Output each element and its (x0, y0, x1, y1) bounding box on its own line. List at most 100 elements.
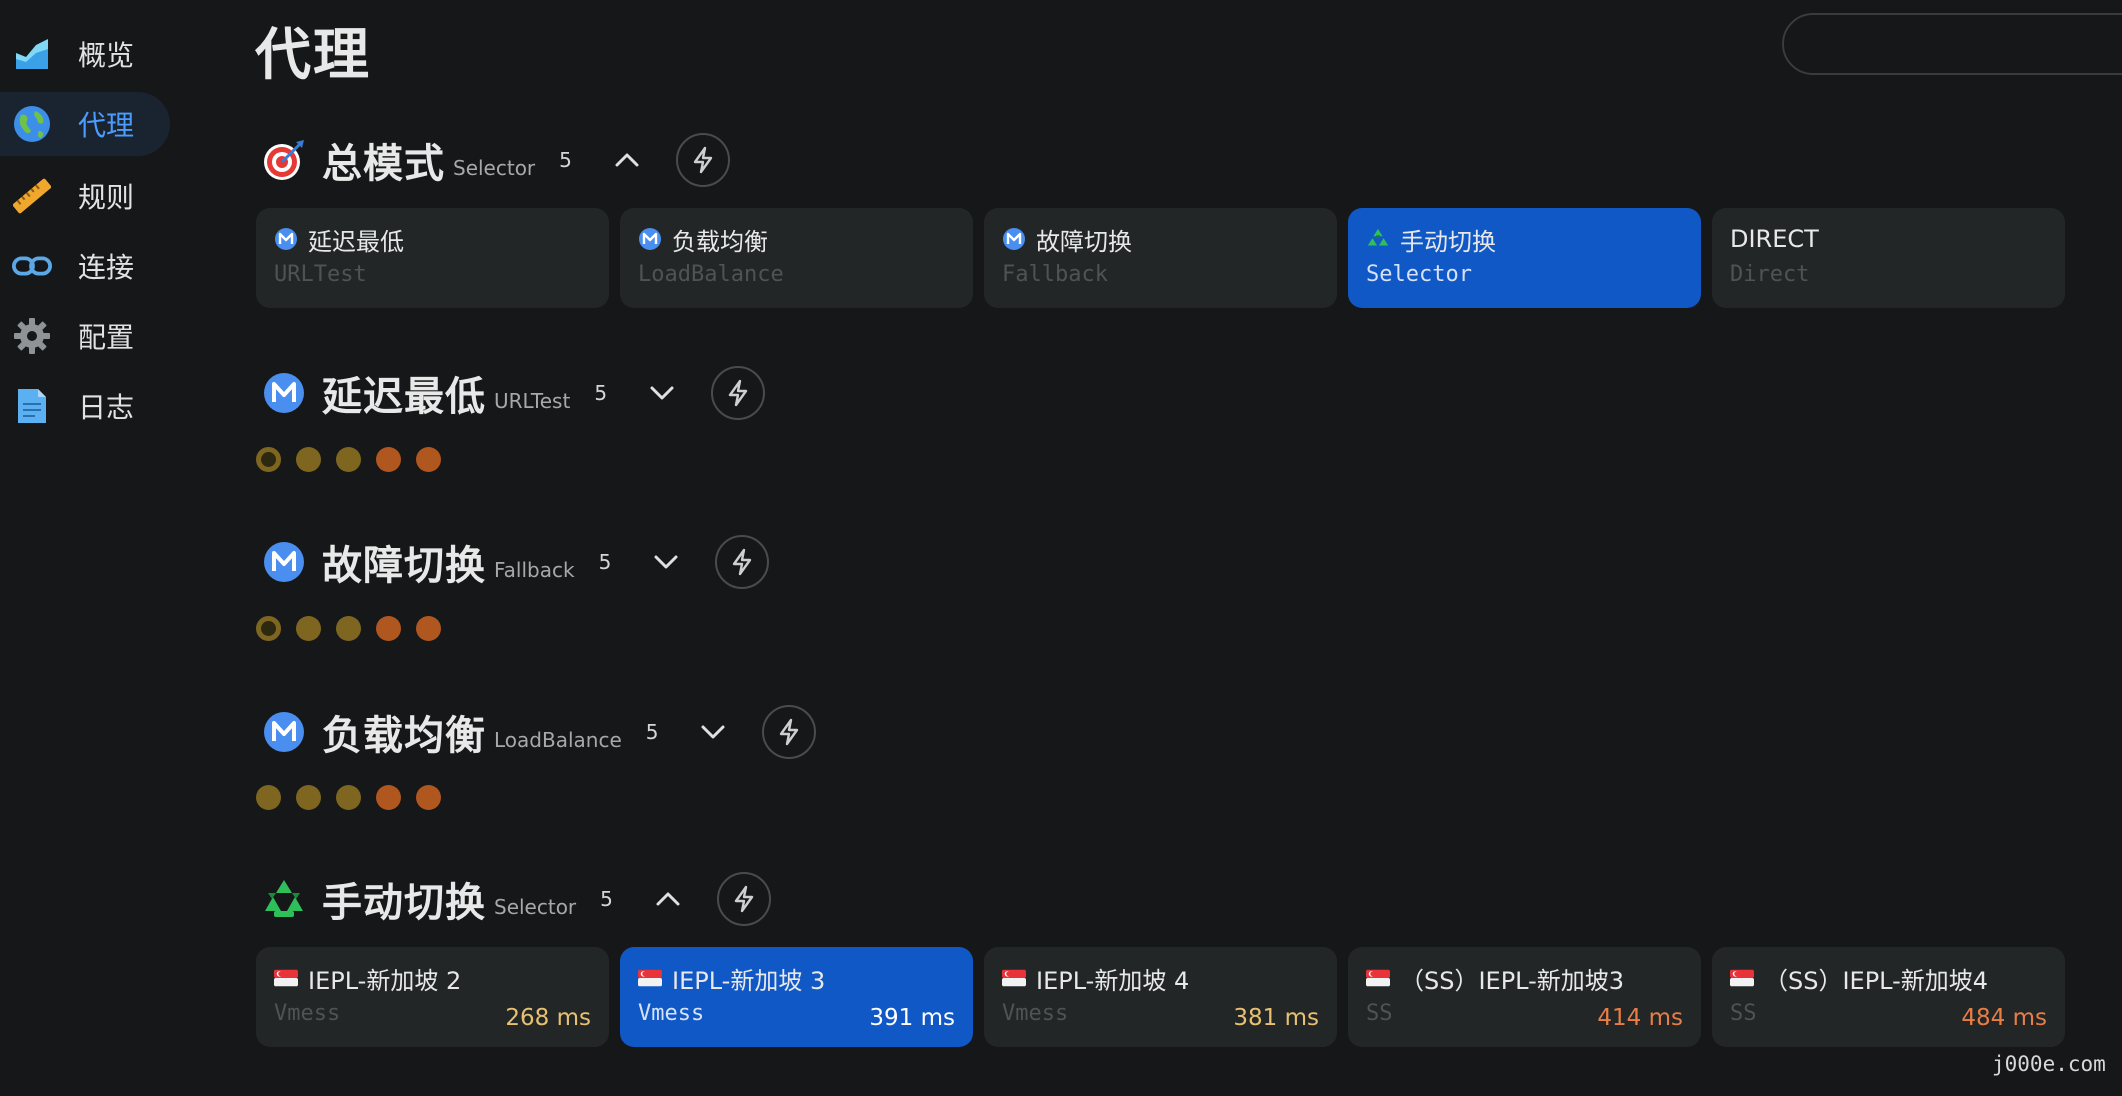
proxy-name: 负载均衡 (672, 227, 768, 256)
proxy-dot-current[interactable] (256, 447, 281, 472)
sidebar-item-config[interactable]: 配置 (0, 304, 170, 368)
sidebar-item-label: 概览 (78, 39, 135, 72)
proxy-type: URLTest (274, 262, 367, 287)
proxy-type: Direct (1730, 262, 1810, 287)
search-input[interactable] (1782, 13, 2122, 75)
latency-test-button[interactable] (762, 705, 817, 759)
chevron-down-icon (701, 725, 725, 739)
sidebar-item-label: 连接 (78, 251, 135, 284)
proxy-dot[interactable] (376, 616, 401, 641)
document-icon (12, 386, 52, 426)
proxy-list-selector: IEPL-新加坡 2 Vmess 268 ms IEPL-新加坡 3 Vmess… (256, 947, 2065, 1047)
proxy-dot[interactable] (296, 785, 321, 810)
proxy-card-selected[interactable]: 手动切换 Selector (1348, 208, 1701, 308)
latency-test-button[interactable] (711, 366, 766, 420)
latency-test-button[interactable] (675, 133, 730, 187)
group-header-loadbalance: 负载均衡 LoadBalance 5 (262, 702, 817, 762)
singapore-flag-icon (274, 966, 298, 990)
latency-test-button[interactable] (715, 535, 770, 589)
meta-icon (274, 227, 298, 251)
proxy-dot[interactable] (416, 616, 441, 641)
proxy-dot[interactable] (376, 785, 401, 810)
watermark: j000e.com (1992, 1052, 2106, 1076)
singapore-flag-icon (1730, 966, 1754, 990)
proxy-card[interactable]: （SS）IEPL-新加坡4 SS 484 ms (1712, 947, 2065, 1047)
group-count: 5 (598, 550, 612, 574)
proxy-card[interactable]: 故障切换 Fallback (984, 208, 1337, 308)
proxy-dot[interactable] (336, 785, 361, 810)
proxy-name: （SS）IEPL-新加坡3 (1400, 966, 1625, 995)
chevron-down-icon (650, 386, 674, 400)
sidebar: 概览 代理 规则 连接 配置 日志 (0, 0, 230, 1096)
proxy-list-global: 延迟最低 URLTest 负载均衡 LoadBalance 故障切换 Fallb… (256, 208, 2065, 308)
sidebar-item-connections[interactable]: 连接 (0, 234, 170, 298)
group-header-global: 总模式 Selector 5 (262, 130, 730, 190)
latency-test-button[interactable] (716, 872, 771, 926)
lightning-icon (780, 718, 799, 746)
collapse-toggle[interactable] (612, 145, 642, 175)
proxy-card[interactable]: 延迟最低 URLTest (256, 208, 609, 308)
proxy-delay: 484 ms (1961, 1005, 2047, 1031)
proxy-dots-urltest (256, 447, 441, 472)
group-header-selector: 手动切换 Selector 5 (262, 869, 771, 929)
proxy-dots-loadbalance (256, 785, 441, 810)
proxy-delay: 268 ms (505, 1005, 591, 1031)
expand-toggle[interactable] (647, 378, 677, 408)
lightning-icon (733, 548, 752, 576)
collapse-toggle[interactable] (653, 884, 683, 914)
proxy-name: IEPL-新加坡 3 (672, 966, 826, 995)
proxy-name: 手动切换 (1400, 227, 1496, 256)
proxy-name: 故障切换 (1036, 227, 1132, 256)
sidebar-item-label: 代理 (78, 109, 135, 142)
sidebar-item-rules[interactable]: 规则 (0, 164, 170, 228)
group-type: URLTest (494, 389, 571, 413)
meta-icon (262, 710, 306, 754)
sidebar-item-logs[interactable]: 日志 (0, 374, 170, 438)
page-title: 代理 (255, 23, 371, 88)
proxy-dot[interactable] (376, 447, 401, 472)
proxy-dot[interactable] (336, 447, 361, 472)
proxy-type: Fallback (1002, 262, 1108, 287)
proxy-card[interactable]: （SS）IEPL-新加坡3 SS 414 ms (1348, 947, 1701, 1047)
recycle-icon (1366, 227, 1390, 251)
proxy-dot[interactable] (296, 616, 321, 641)
proxy-name: 延迟最低 (308, 227, 404, 256)
expand-toggle[interactable] (651, 547, 681, 577)
proxy-card[interactable]: IEPL-新加坡 4 Vmess 381 ms (984, 947, 1337, 1047)
chevron-down-icon (654, 555, 678, 569)
proxy-card-selected[interactable]: IEPL-新加坡 3 Vmess 391 ms (620, 947, 973, 1047)
expand-toggle[interactable] (698, 717, 728, 747)
lightning-icon (734, 885, 754, 913)
proxy-delay: 381 ms (1233, 1005, 1319, 1031)
proxy-delay: 391 ms (869, 1005, 955, 1031)
app-root: 概览 代理 规则 连接 配置 日志 代理 总模式 Selector 5 延迟最低… (0, 0, 2122, 1096)
sidebar-item-label: 日志 (78, 391, 135, 424)
sidebar-item-label: 配置 (78, 321, 135, 354)
proxy-dot[interactable] (256, 785, 281, 810)
meta-icon (638, 227, 662, 251)
proxy-card[interactable]: IEPL-新加坡 2 Vmess 268 ms (256, 947, 609, 1047)
proxy-name: DIRECT (1730, 225, 1819, 253)
proxy-card[interactable]: DIRECT Direct (1712, 208, 2065, 308)
singapore-flag-icon (1002, 966, 1026, 990)
proxy-dot[interactable] (416, 447, 441, 472)
group-type: Selector (453, 156, 536, 180)
group-name: 延迟最低 (322, 374, 486, 420)
proxy-dot-current[interactable] (256, 616, 281, 641)
group-count: 5 (594, 381, 608, 405)
proxy-card[interactable]: 负载均衡 LoadBalance (620, 208, 973, 308)
gear-icon (12, 316, 52, 356)
group-header-urltest: 延迟最低 URLTest 5 (262, 363, 766, 423)
recycle-icon (262, 877, 306, 921)
sidebar-item-proxy[interactable]: 代理 (0, 92, 170, 156)
group-count: 5 (600, 887, 613, 911)
ruler-icon (12, 176, 52, 216)
proxy-delay: 414 ms (1597, 1005, 1683, 1031)
proxy-dot[interactable] (296, 447, 321, 472)
proxy-dot[interactable] (336, 616, 361, 641)
group-name: 故障切换 (322, 543, 486, 589)
proxy-dot[interactable] (416, 785, 441, 810)
lightning-icon (728, 379, 748, 407)
proxy-type: LoadBalance (638, 262, 784, 287)
sidebar-item-overview[interactable]: 概览 (0, 22, 170, 86)
